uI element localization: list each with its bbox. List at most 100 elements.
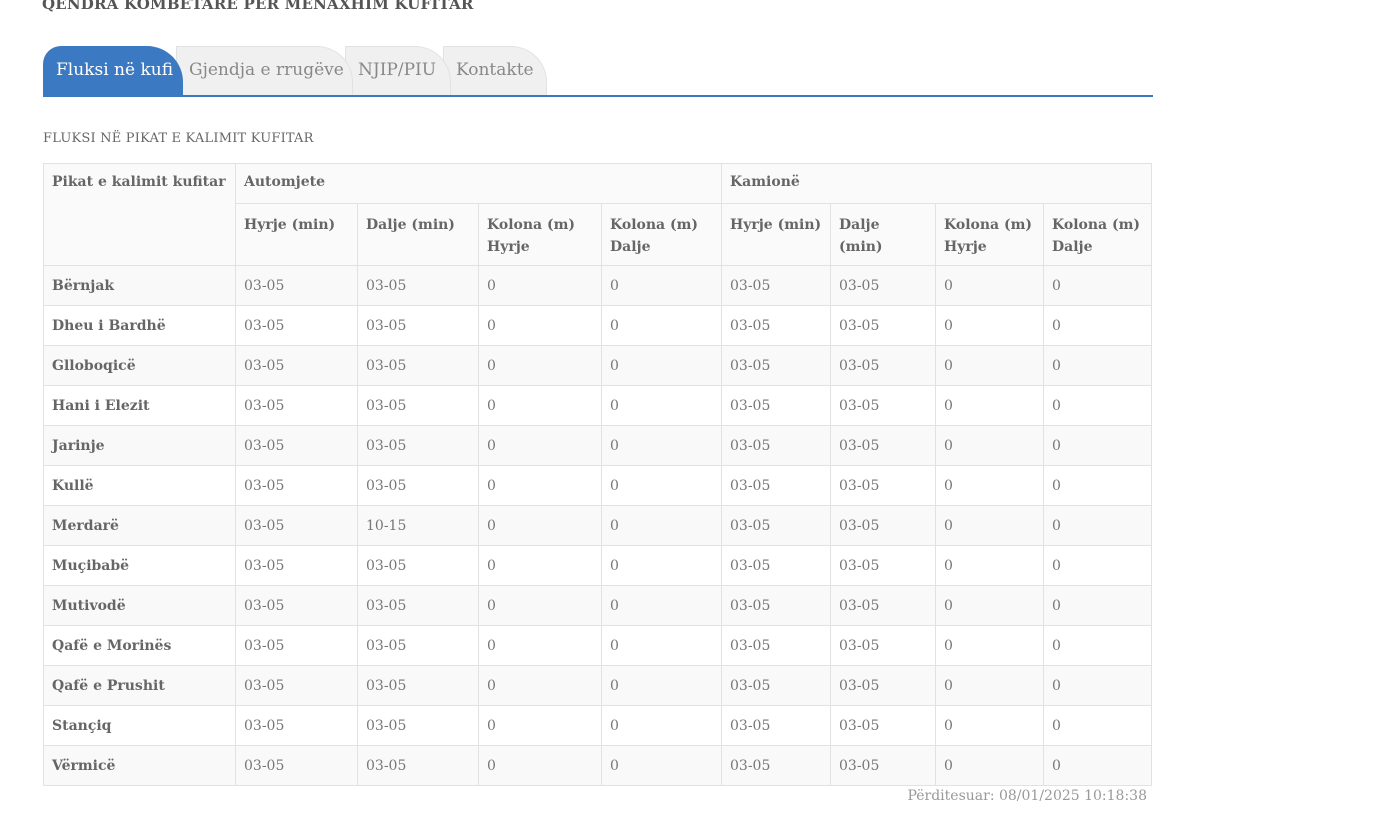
table-cell: 03-05: [721, 465, 831, 506]
table-cell: 0: [478, 745, 602, 786]
table-cell: 03-05: [235, 705, 358, 746]
table-cell: 03-05: [357, 425, 479, 466]
table-row: Glloboqicë 03-05 03-05 0 0 03-05 03-05 0 0: [43, 345, 1152, 386]
table-cell: 0: [935, 745, 1044, 786]
table-cell: 03-05: [235, 305, 358, 346]
table-cell: 03-05: [721, 505, 831, 546]
table-group-header-row: Pikat e kalimit kufitar Automjete Kamion…: [43, 163, 1152, 266]
table-cell: 0: [478, 505, 602, 546]
tab-gjendja[interactable]: Gjendja e rrugëve: [176, 46, 353, 95]
table-cell: 0: [601, 665, 722, 706]
table-cell: 0: [1043, 425, 1152, 466]
table-cell: 03-05: [235, 505, 358, 546]
table-cell: 0: [478, 585, 602, 626]
table-cell: 0: [1043, 705, 1152, 746]
table-cell: 0: [478, 465, 602, 506]
table-cell: 03-05: [235, 585, 358, 626]
table-cell: 0: [478, 425, 602, 466]
table-row: Mutivodë 03-05 03-05 0 0 03-05 03-05 0 0: [43, 585, 1152, 626]
column-header: Kolona (m) Dalje: [601, 203, 722, 266]
table-cell: 03-05: [830, 345, 936, 386]
table-cell: 03-05: [721, 665, 831, 706]
table-cell: 03-05: [357, 745, 479, 786]
table-row: Merdarë 03-05 10-15 0 0 03-05 03-05 0 0: [43, 505, 1152, 546]
table-cell: 03-05: [357, 545, 479, 586]
table-cell: 03-05: [721, 425, 831, 466]
column-header: Kolona (m) Hyrje: [935, 203, 1044, 266]
table-cell: 0: [935, 305, 1044, 346]
column-group-vehicles: Automjete: [235, 163, 722, 204]
table-cell: 0: [478, 305, 602, 346]
tab-fluksi[interactable]: Fluksi në kufi: [43, 46, 183, 95]
table-row: Dheu i Bardhë 03-05 03-05 0 0 03-05 03-05 0 0: [43, 305, 1152, 346]
crossing-point-name: Stançiq: [43, 705, 236, 746]
table-cell: 0: [935, 705, 1044, 746]
tab-bar: Fluksi në kufi Gjendja e rrugëve NJIP/PI…: [43, 46, 1153, 97]
table-cell: 03-05: [235, 745, 358, 786]
table-cell: 0: [935, 345, 1044, 386]
crossing-point-name: Jarinje: [43, 425, 236, 466]
table-cell: 0: [935, 545, 1044, 586]
table-cell: 0: [478, 625, 602, 666]
column-header: Dalje (min): [357, 203, 479, 266]
table-cell: 03-05: [721, 385, 831, 426]
table-cell: 0: [601, 505, 722, 546]
table-cell: 0: [478, 705, 602, 746]
table-cell: 0: [601, 385, 722, 426]
crossing-point-name: Glloboqicë: [43, 345, 236, 386]
tab-njip-piu[interactable]: NJIP/PIU: [345, 46, 451, 95]
page-title: QENDRA KOMBËTARE PËR MENAXHIM KUFITAR: [42, 0, 474, 13]
table-cell: 03-05: [357, 385, 479, 426]
table-cell: 0: [1043, 625, 1152, 666]
table-cell: 03-05: [830, 625, 936, 666]
table-cell: 03-05: [830, 425, 936, 466]
column-group-trucks: Kamionë: [721, 163, 1152, 204]
table-cell: 03-05: [357, 705, 479, 746]
table-cell: 0: [601, 705, 722, 746]
table-cell: 0: [1043, 465, 1152, 506]
table-cell: 03-05: [721, 545, 831, 586]
table-cell: 0: [478, 265, 602, 306]
table-cell: 0: [478, 665, 602, 706]
table-cell: 03-05: [830, 305, 936, 346]
table-cell: 0: [1043, 665, 1152, 706]
table-cell: 03-05: [830, 385, 936, 426]
table-cell: 0: [478, 345, 602, 386]
table-cell: 0: [601, 745, 722, 786]
column-header: Hyrje (min): [235, 203, 358, 266]
table-cell: 0: [935, 385, 1044, 426]
table-cell: 0: [935, 665, 1044, 706]
table-cell: 0: [1043, 505, 1152, 546]
crossing-point-name: Qafë e Prushit: [43, 665, 236, 706]
table-cell: 03-05: [721, 705, 831, 746]
table-cell: 0: [1043, 345, 1152, 386]
table-cell: 0: [1043, 745, 1152, 786]
table-cell: 03-05: [830, 705, 936, 746]
table-cell: 03-05: [235, 625, 358, 666]
table-row: Bërnjak 03-05 03-05 0 0 03-05 03-05 0 0: [43, 265, 1152, 306]
table-cell: 03-05: [830, 585, 936, 626]
table-cell: 03-05: [830, 745, 936, 786]
table-cell: 03-05: [357, 305, 479, 346]
table-cell: 0: [935, 465, 1044, 506]
table-cell: 0: [601, 625, 722, 666]
table-cell: 03-05: [235, 545, 358, 586]
table-cell: 0: [478, 545, 602, 586]
table-cell: 0: [1043, 265, 1152, 306]
table-cell: 0: [601, 305, 722, 346]
table-cell: 03-05: [830, 265, 936, 306]
table-row: Stançiq 03-05 03-05 0 0 03-05 03-05 0 0: [43, 705, 1152, 746]
table-cell: 0: [935, 585, 1044, 626]
table-cell: 0: [1043, 385, 1152, 426]
table-row: Vërmicë 03-05 03-05 0 0 03-05 03-05 0 0: [43, 745, 1152, 786]
tab-kontakte[interactable]: Kontakte: [443, 46, 547, 95]
table-cell: 03-05: [721, 305, 831, 346]
table-cell: 0: [1043, 585, 1152, 626]
table-cell: 03-05: [721, 745, 831, 786]
table-row: Muçibabë 03-05 03-05 0 0 03-05 03-05 0 0: [43, 545, 1152, 586]
column-header: Dalje (min): [830, 203, 936, 266]
crossing-point-name: Dheu i Bardhë: [43, 305, 236, 346]
table-cell: 0: [1043, 305, 1152, 346]
table-cell: 03-05: [830, 545, 936, 586]
table-cell: 03-05: [357, 265, 479, 306]
